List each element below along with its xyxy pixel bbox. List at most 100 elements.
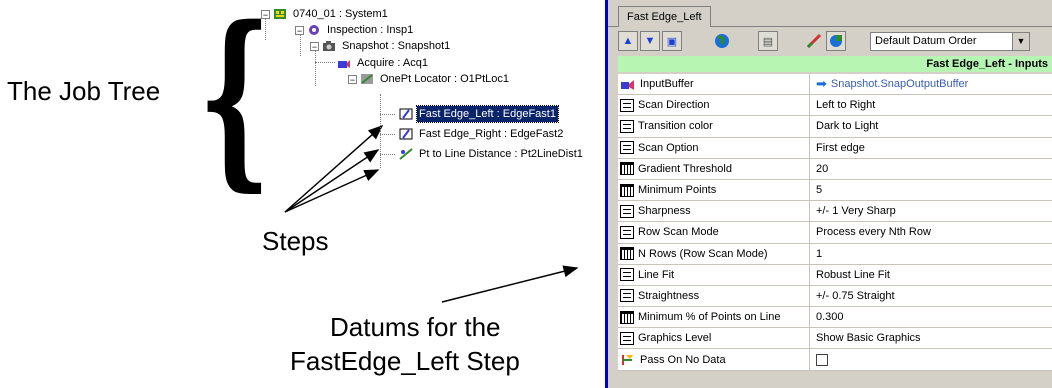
datum-name: Straightness — [638, 289, 700, 302]
tree-label: Inspection : Insp1 — [327, 24, 414, 36]
job-tree-annotation: The Job Tree — [7, 76, 161, 106]
numeric-datum-icon — [620, 310, 634, 324]
tree-label: 0740_01 : System1 — [293, 8, 388, 20]
toolbar: ▲ ▼ ▣ ▤ Default Datum Order ▼ — [608, 27, 1052, 55]
expand-button[interactable]: ▣ — [662, 31, 682, 51]
pencil-icon — [806, 33, 822, 49]
tree-node-acquire[interactable]: Acquire : Acq1 — [337, 55, 430, 71]
list-datum-icon — [620, 289, 634, 303]
globe-icon — [715, 34, 729, 48]
tree-node-locator[interactable]: − OnePt Locator : O1PtLoc1 — [348, 71, 511, 87]
tree-node-snapshot[interactable]: − Snapshot : Snapshot1 — [310, 38, 452, 54]
collapse-toggle-icon[interactable]: − — [310, 41, 319, 51]
datum-row[interactable]: Sharpness +/- 1 Very Sharp — [618, 201, 1052, 223]
datum-order-value: Default Datum Order — [875, 35, 977, 47]
system-icon — [273, 8, 287, 20]
collapse-toggle-icon[interactable]: − — [261, 9, 270, 19]
datum-value: +/- 1 Very Sharp — [816, 205, 896, 218]
datum-row[interactable]: Gradient Threshold 20 — [618, 158, 1052, 180]
acquire-icon — [337, 57, 351, 69]
tree-node-edge-right[interactable]: Fast Edge_Right : EdgeFast2 — [399, 126, 565, 142]
tree-node-edge-left[interactable]: Fast Edge_Left : EdgeFast1 — [399, 105, 559, 123]
tree-label: Pt to Line Distance : Pt2LineDist1 — [419, 148, 583, 160]
datum-row[interactable]: Transition color Dark to Light — [618, 116, 1052, 138]
edit-button[interactable] — [804, 31, 824, 51]
datum-name: Minimum Points — [638, 184, 717, 197]
move-up-button[interactable]: ▲ — [618, 31, 638, 51]
inputs-header: Fast Edge_Left - Inputs — [618, 56, 1052, 72]
arrow-down-icon: ▼ — [644, 35, 656, 47]
tree-node-system[interactable]: − 0740_01 : System1 — [261, 6, 390, 22]
collapse-toggle-icon[interactable]: − — [295, 25, 304, 35]
tab-bar: Fast Edge_Left — [608, 0, 1052, 27]
datum-name: N Rows (Row Scan Mode) — [638, 247, 768, 260]
datum-row[interactable]: Minimum % of Points on Line 0.300 — [618, 307, 1052, 329]
globe-button[interactable] — [712, 31, 732, 51]
document-icon: ▤ — [762, 35, 774, 48]
datum-name: Pass On No Data — [640, 353, 726, 366]
datum-name: Line Fit — [638, 268, 675, 281]
datum-value: 0.300 — [816, 311, 844, 324]
distance-tool-icon — [399, 148, 413, 160]
datum-name: Scan Option — [638, 141, 699, 154]
tree-label: OnePt Locator : O1PtLoc1 — [380, 73, 510, 85]
datum-name: Row Scan Mode — [638, 226, 719, 239]
datum-value: Snapshot.SnapOutputBuffer — [830, 78, 969, 91]
tree-node-pt-line-distance[interactable]: Pt to Line Distance : Pt2LineDist1 — [399, 146, 585, 162]
datum-row[interactable]: Graphics Level Show Basic Graphics — [618, 328, 1052, 350]
datum-row[interactable]: Scan Direction Left to Right — [618, 95, 1052, 117]
datum-row[interactable]: N Rows (Row Scan Mode) 1 — [618, 243, 1052, 265]
collapse-toggle-icon[interactable]: − — [348, 74, 357, 84]
pass-icon — [622, 355, 633, 366]
datum-name: Sharpness — [638, 205, 691, 218]
datum-order-select[interactable]: Default Datum Order ▼ — [870, 32, 1030, 51]
list-datum-icon — [620, 268, 634, 282]
datum-name: Scan Direction — [638, 99, 710, 112]
inspection-icon — [307, 24, 321, 36]
datum-value: Process every Nth Row — [816, 226, 931, 239]
datum-grid: InputBuffer ➡ Snapshot.SnapOutputBuffer S… — [618, 74, 1052, 371]
numeric-datum-icon — [620, 162, 634, 176]
pass-on-no-data-checkbox[interactable] — [816, 353, 828, 366]
tree-label: Snapshot : Snapshot1 — [342, 40, 451, 52]
move-down-button[interactable]: ▼ — [640, 31, 660, 51]
datum-value: First edge — [816, 141, 865, 154]
datum-row[interactable]: Line Fit Robust Line Fit — [618, 264, 1052, 286]
datum-name: Graphics Level — [638, 332, 712, 345]
properties-button[interactable]: ▤ — [758, 31, 778, 51]
datum-row[interactable]: Minimum Points 5 — [618, 179, 1052, 202]
datum-row[interactable]: Straightness +/- 0.75 Straight — [618, 285, 1052, 308]
datum-row[interactable]: InputBuffer ➡ Snapshot.SnapOutputBuffer — [618, 74, 1052, 96]
numeric-datum-icon — [620, 247, 634, 261]
list-datum-icon — [620, 331, 634, 345]
datum-value: +/- 0.75 Straight — [816, 289, 895, 302]
datum-panel: Fast Edge_Left ▲ ▼ ▣ ▤ Default Datum Ord… — [605, 0, 1052, 388]
list-datum-icon — [620, 98, 634, 112]
datum-row[interactable]: Row Scan Mode Process every Nth Row — [618, 222, 1052, 244]
datum-value: Dark to Light — [816, 120, 879, 133]
datum-value: Robust Line Fit — [816, 268, 890, 281]
locator-icon — [360, 73, 374, 85]
datum-row[interactable]: Pass On No Data — [618, 349, 1052, 371]
list-datum-icon — [620, 119, 634, 133]
edge-tool-icon — [399, 108, 413, 120]
input-buffer-icon — [621, 79, 634, 90]
list-datum-icon — [620, 204, 634, 218]
tree-label: Fast Edge_Right : EdgeFast2 — [419, 128, 564, 140]
tree-node-inspection[interactable]: − Inspection : Insp1 — [295, 22, 415, 38]
numeric-datum-icon — [620, 183, 634, 197]
dropdown-arrow-icon[interactable]: ▼ — [1012, 33, 1029, 50]
grid-icon: ▣ — [666, 35, 678, 48]
job-tree[interactable]: − 0740_01 : System1 − Inspection : Insp1… — [255, 0, 600, 388]
datum-row[interactable]: Scan Option First edge — [618, 137, 1052, 159]
snapshot-icon — [322, 40, 336, 52]
arrow-up-icon: ▲ — [622, 35, 634, 47]
datum-name: Transition color — [638, 120, 713, 133]
refresh-button[interactable] — [826, 31, 846, 51]
datum-name: InputBuffer — [640, 78, 694, 91]
list-datum-icon — [620, 225, 634, 239]
tab-fast-edge-left[interactable]: Fast Edge_Left — [618, 6, 711, 27]
tree-label: Fast Edge_Left : EdgeFast1 — [416, 105, 559, 123]
edge-tool-icon — [399, 128, 413, 140]
datum-name: Minimum % of Points on Line — [638, 311, 781, 324]
